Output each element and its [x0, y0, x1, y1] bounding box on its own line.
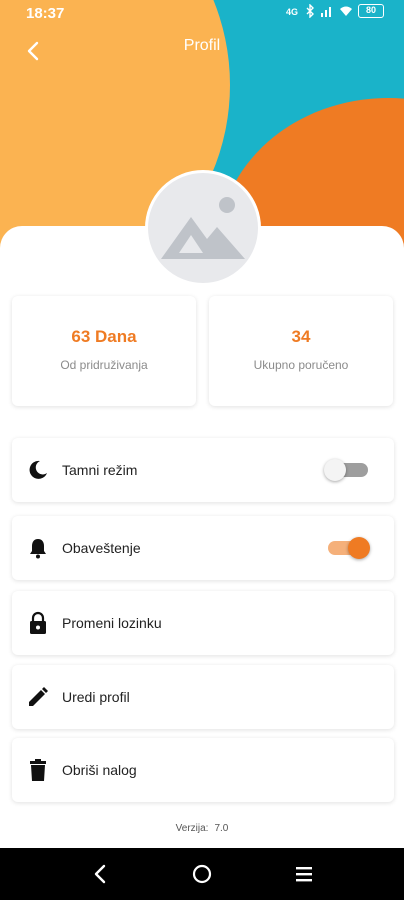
bell-icon	[30, 539, 46, 559]
avatar[interactable]	[145, 170, 261, 286]
setting-label: Obriši nalog	[62, 762, 137, 778]
status-icons: 4G 80	[286, 4, 384, 18]
moon-icon	[29, 460, 47, 479]
page-title: Profil	[183, 37, 221, 54]
toggle-thumb	[348, 537, 370, 559]
wifi-icon	[340, 6, 352, 16]
stat-value: 63 Dana	[71, 327, 137, 346]
setting-label: Tamni režim	[62, 462, 138, 478]
status-time: 18:37	[26, 5, 65, 22]
dark-mode-toggle[interactable]	[324, 459, 368, 481]
version-label: Verzija:	[175, 823, 209, 834]
app-version: Verzija: 7.0	[0, 823, 404, 834]
setting-delete-account[interactable]: Obriši nalog	[12, 738, 394, 802]
setting-dark-mode[interactable]: Tamni režim	[12, 438, 394, 502]
signal-icon	[321, 7, 331, 17]
toggle-thumb	[324, 459, 346, 481]
system-nav-bar	[0, 848, 404, 900]
battery-icon: 80	[358, 4, 384, 18]
stat-label: Ukupno poručeno	[253, 358, 349, 372]
image-placeholder-icon	[161, 197, 245, 259]
setting-label: Uredi profil	[62, 689, 130, 705]
notifications-toggle[interactable]	[328, 537, 370, 559]
bluetooth-icon	[306, 4, 314, 18]
stat-label: Od pridruživanja	[60, 358, 148, 372]
trash-icon	[30, 759, 46, 781]
home-nav-icon[interactable]	[190, 862, 214, 886]
lock-icon	[30, 611, 46, 634]
setting-edit-profile[interactable]: Uredi profil	[12, 665, 394, 729]
stat-card-joined: 63 Dana Od pridruživanja	[12, 296, 196, 406]
svg-text:4G: 4G	[286, 7, 298, 17]
version-value: 7.0	[214, 823, 229, 834]
status-bar: 18:37 4G 80	[0, 0, 404, 26]
stat-value: 34	[291, 327, 311, 346]
setting-change-password[interactable]: Promeni lozinku	[12, 591, 394, 655]
data-icon: 4G	[286, 7, 298, 17]
setting-label: Promeni lozinku	[62, 615, 162, 631]
back-nav-icon[interactable]	[89, 862, 113, 886]
stat-card-orders: 34 Ukupno poručeno	[209, 296, 393, 406]
setting-label: Obaveštenje	[62, 540, 141, 556]
pencil-icon	[29, 687, 48, 706]
recents-nav-icon[interactable]	[292, 862, 316, 886]
setting-notifications[interactable]: Obaveštenje	[12, 516, 394, 580]
